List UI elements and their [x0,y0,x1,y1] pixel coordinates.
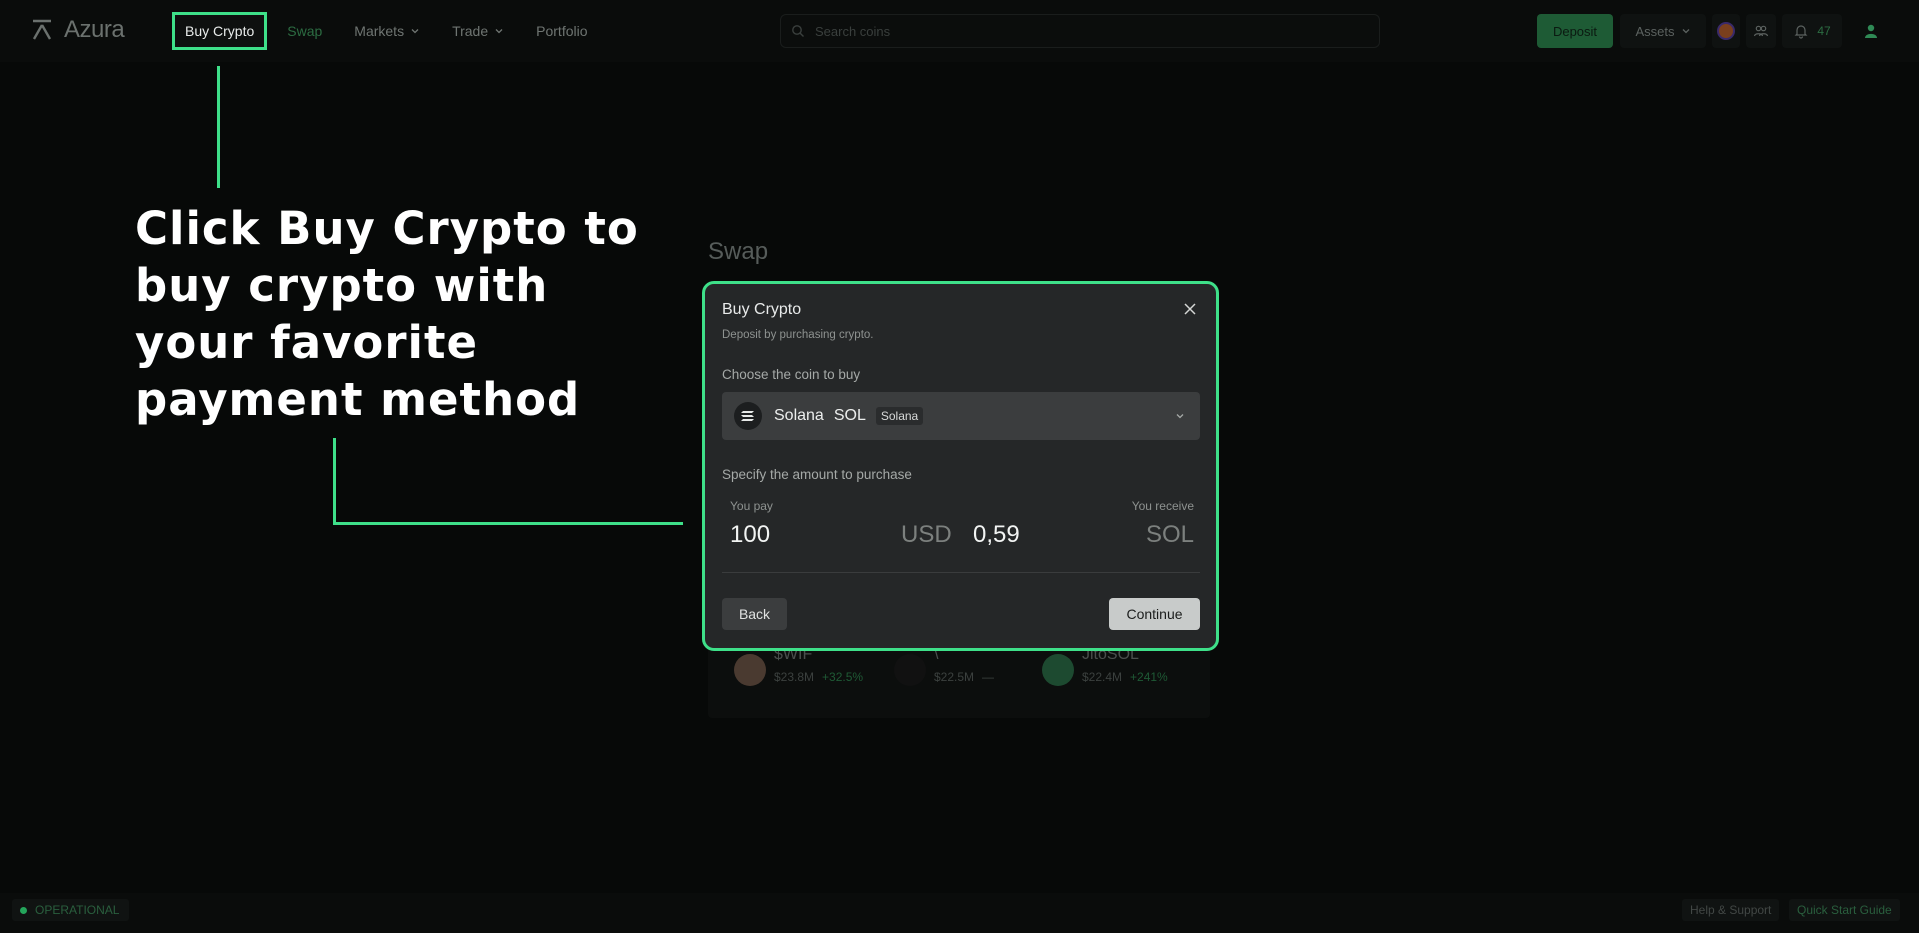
receive-amount: 0,59 [973,521,1020,548]
search-icon [792,25,804,37]
brand-logo[interactable]: Azura [30,16,125,44]
token-icon [894,654,926,686]
status-dot-icon [20,906,27,914]
continue-button[interactable]: Continue [1109,598,1200,630]
coin-symbol: SOL [833,407,866,424]
status-text: OPERATIONAL [35,903,120,917]
quick-start-guide-link[interactable]: Quick Start Guide [1789,899,1900,921]
azura-logo-icon [32,19,52,40]
main-nav: Buy Crypto Swap Markets Trade Portfolio [172,12,608,50]
status-footer: OPERATIONAL Help & Support Quick Start G… [0,893,1919,933]
nav-trade-label: Trade [452,23,489,39]
network-avatar-icon [1717,22,1735,40]
amount-label: Specify the amount to purchase [722,467,912,482]
nav-portfolio[interactable]: Portfolio [524,12,599,50]
wif-token-icon [734,654,766,686]
token-change: +32.5% [822,670,864,684]
annotation-connector-line [333,438,336,525]
token-volume: $23.8M [774,670,815,684]
nav-markets-label: Markets [354,23,405,39]
back-button[interactable]: Back [722,598,787,630]
notification-count-badge: 47 [1817,24,1831,38]
divider [722,572,1200,573]
swap-page-title: Swap [708,238,769,265]
solana-icon [734,402,762,430]
jitosol-token-icon [1042,654,1074,686]
buy-crypto-modal: Buy Crypto Deposit by purchasing crypto.… [702,281,1219,651]
token-volume: $22.4M [1082,670,1123,684]
nav-buy-crypto[interactable]: Buy Crypto [172,12,268,50]
top-navigation-bar: Azura Buy Crypto Swap Markets Trade Port… [0,0,1919,62]
coin-network-tag: Solana [875,407,924,425]
search-placeholder: Search coins [815,23,891,39]
token-volume: $22.5M [934,670,975,684]
nav-swap[interactable]: Swap [275,12,334,50]
pay-currency: USD [901,521,952,548]
profile-button[interactable] [1856,14,1886,48]
token-card[interactable]: JitoSOL $22.4M +241% [1042,646,1168,686]
tutorial-callout-text: Click Buy Crypto to buy crypto with your… [135,202,639,426]
nav-markets[interactable]: Markets [342,12,432,50]
nav-trade[interactable]: Trade [440,12,516,50]
pay-amount-input[interactable]: 100 [730,521,770,549]
annotation-connector-line [217,66,220,188]
you-pay-label: You pay [730,499,773,513]
modal-title: Buy Crypto [722,301,802,318]
modal-subtitle: Deposit by purchasing crypto. [722,329,874,341]
brand-name: Azura [64,16,125,43]
choose-coin-label: Choose the coin to buy [722,367,861,382]
notifications-button[interactable]: 47 [1782,14,1842,48]
token-change: — [982,670,995,684]
assets-label: Assets [1635,23,1675,39]
status-badge: OPERATIONAL [12,899,130,921]
community-button[interactable] [1746,14,1776,48]
receive-currency: SOL [1145,521,1194,548]
chevron-down-icon [411,29,419,34]
chevron-down-icon [495,29,503,34]
bell-icon [1794,25,1808,39]
search-input[interactable]: Search coins [780,14,1380,48]
assets-dropdown[interactable]: Assets [1620,14,1706,48]
user-avatar-icon [1865,24,1877,38]
chevron-down-icon [1176,414,1184,419]
coin-select-dropdown[interactable]: Solana SOL Solana [722,392,1200,440]
deposit-button[interactable]: Deposit [1537,14,1613,48]
token-card[interactable]: $WIF $23.8M +32.5% [734,646,863,686]
token-card[interactable]: \ $22.5M — [894,646,994,686]
you-receive-label: You receive [1131,499,1194,513]
coin-name: Solana [774,407,824,424]
help-support-link[interactable]: Help & Support [1682,899,1780,921]
chevron-down-icon [1682,29,1689,34]
token-change: +241% [1130,670,1168,684]
network-avatar-button[interactable] [1712,14,1740,48]
annotation-connector-line [333,522,683,525]
users-icon [1753,25,1769,37]
close-icon[interactable] [1182,301,1198,317]
